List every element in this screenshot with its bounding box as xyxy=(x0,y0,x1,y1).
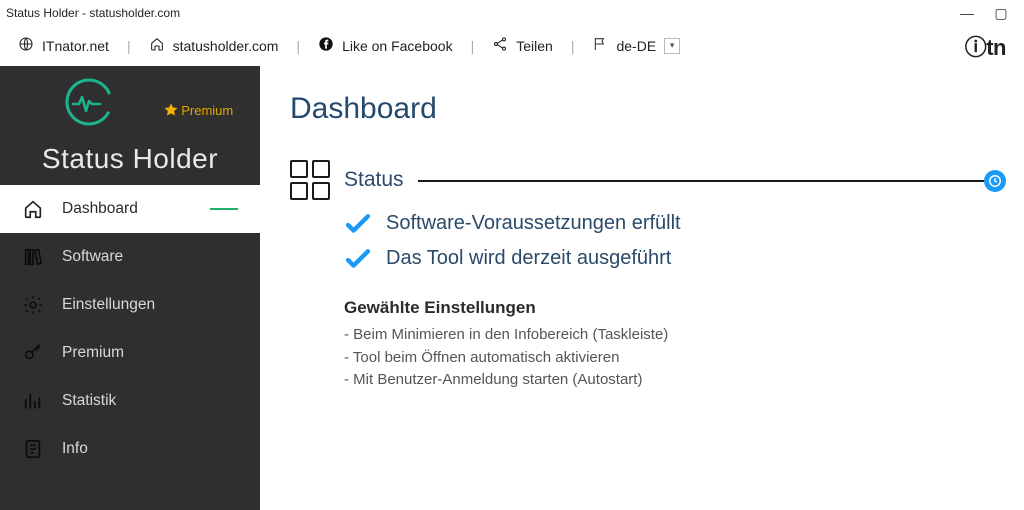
key-icon xyxy=(22,342,44,364)
sidebar-item-info[interactable]: Info xyxy=(0,425,260,473)
sidebar-item-software[interactable]: Software xyxy=(0,233,260,281)
status-item: Software-Voraussetzungen erfüllt xyxy=(290,212,1004,235)
window-titlebar: Status Holder - statusholder.com — ▢ xyxy=(0,0,1024,26)
status-card: Status Software-Voraussetzungen erfüllt … xyxy=(290,160,1004,392)
link-itnator[interactable]: ITnator.net xyxy=(18,36,109,55)
flag-icon xyxy=(592,36,608,55)
sidebar-item-premium[interactable]: Premium xyxy=(0,329,260,377)
link-share[interactable]: Teilen xyxy=(492,36,553,55)
settings-heading: Gewählte Einstellungen xyxy=(344,298,1004,318)
page-title: Dashboard xyxy=(290,92,1004,126)
status-item: Das Tool wird derzeit ausgeführt xyxy=(290,247,1004,270)
status-title: Status xyxy=(344,168,404,192)
settings-item: - Beim Minimieren in den Infobereich (Ta… xyxy=(344,324,1004,347)
sidebar-item-label: Software xyxy=(62,248,123,266)
sidebar-item-dashboard[interactable]: Dashboard xyxy=(0,185,260,233)
link-label: Teilen xyxy=(516,38,553,54)
tiles-icon xyxy=(290,160,330,200)
settings-list: - Beim Minimieren in den Infobereich (Ta… xyxy=(344,324,1004,392)
topbar: ITnator.net | statusholder.com | Like on… xyxy=(0,26,1024,66)
sidebar: Premium Status Holder Dashboard Software xyxy=(0,66,260,510)
settings-block: Gewählte Einstellungen - Beim Minimieren… xyxy=(290,298,1004,392)
sidebar-item-label: Dashboard xyxy=(62,200,138,218)
globe-icon xyxy=(18,36,34,55)
link-statusholder[interactable]: statusholder.com xyxy=(149,36,279,55)
app-logo: Premium xyxy=(0,66,260,141)
sidebar-item-label: Statistik xyxy=(62,392,116,410)
link-label: ITnator.net xyxy=(42,38,109,54)
chevron-down-icon[interactable]: ▾ xyxy=(664,38,680,54)
status-text: Das Tool wird derzeit ausgeführt xyxy=(386,247,671,270)
status-header: Status xyxy=(290,160,1004,200)
separator: | xyxy=(465,38,481,54)
sidebar-item-statistics[interactable]: Statistik xyxy=(0,377,260,425)
settings-item: - Mit Benutzer-Anmeldung starten (Autost… xyxy=(344,369,1004,392)
content: Dashboard Status Software-Voraussetzunge… xyxy=(260,66,1024,510)
maximize-button[interactable]: ▢ xyxy=(984,5,1018,22)
sidebar-nav: Dashboard Software Einstellungen Premi xyxy=(0,185,260,473)
premium-badge: Premium xyxy=(163,102,233,118)
sidebar-item-label: Premium xyxy=(62,344,124,362)
lang-label: de-DE xyxy=(616,38,656,54)
window-title: Status Holder - statusholder.com xyxy=(6,6,950,20)
gear-icon xyxy=(22,294,44,316)
minimize-button[interactable]: — xyxy=(950,5,984,21)
heartbeat-icon xyxy=(61,76,125,130)
status-text: Software-Voraussetzungen erfüllt xyxy=(386,212,681,235)
check-icon xyxy=(344,213,372,235)
share-icon xyxy=(492,36,508,55)
bars-icon xyxy=(22,390,44,412)
separator: | xyxy=(121,38,137,54)
active-indicator xyxy=(210,208,238,210)
sidebar-item-label: Info xyxy=(62,440,88,458)
status-divider xyxy=(418,168,1004,192)
home-icon xyxy=(149,36,165,55)
link-facebook[interactable]: Like on Facebook xyxy=(318,36,453,55)
document-icon xyxy=(22,438,44,460)
star-icon xyxy=(163,102,179,118)
settings-item: - Tool beim Öffnen automatisch aktiviere… xyxy=(344,347,1004,370)
sidebar-item-label: Einstellungen xyxy=(62,296,155,314)
check-icon xyxy=(344,248,372,270)
sidebar-item-settings[interactable]: Einstellungen xyxy=(0,281,260,329)
link-label: statusholder.com xyxy=(173,38,279,54)
lang-selector[interactable]: de-DE ▾ xyxy=(592,36,680,55)
facebook-icon xyxy=(318,36,334,55)
clock-icon xyxy=(984,170,1006,192)
link-label: Like on Facebook xyxy=(342,38,453,54)
brand-logo: ⓘtn xyxy=(965,30,1006,62)
separator: | xyxy=(565,38,581,54)
home-icon xyxy=(22,198,44,220)
app-title: Status Holder xyxy=(0,141,260,185)
separator: | xyxy=(290,38,306,54)
books-icon xyxy=(22,246,44,268)
